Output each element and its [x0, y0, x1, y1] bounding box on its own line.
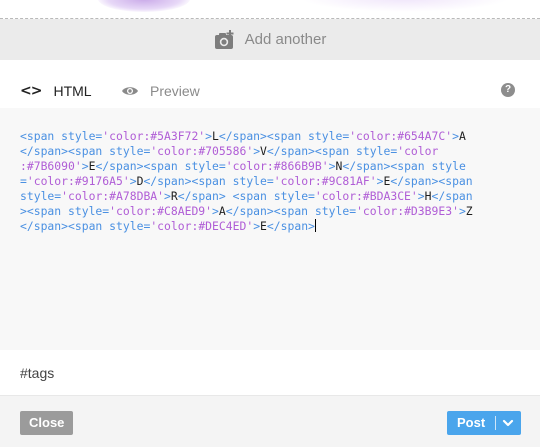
- eye-icon: [122, 87, 138, 95]
- code-token: R: [170, 189, 178, 203]
- code-token: >: [212, 204, 219, 218]
- code-token: </span> <span style=: [177, 189, 315, 203]
- code-token: </span><span style: [342, 159, 466, 173]
- code-token: </span><span: [390, 174, 473, 188]
- code-token: </span><span style=: [225, 204, 357, 218]
- code-token: 'color:#DEC4ED': [150, 219, 254, 233]
- tags-row: [0, 350, 540, 396]
- code-token: L: [212, 129, 219, 143]
- code-token: >: [129, 174, 137, 188]
- code-token: </span><span style=: [95, 159, 226, 173]
- code-token: <span style=: [20, 129, 103, 143]
- code-token: >: [164, 189, 171, 203]
- text-cursor: [314, 219, 316, 232]
- code-token: A: [458, 129, 466, 143]
- code-token: 'color:#9176A5': [26, 174, 130, 188]
- add-another-label: Add another: [244, 31, 327, 48]
- code-token: </span><span style=: [20, 144, 151, 158]
- camera-plus-icon: [214, 29, 234, 49]
- post-label: Post: [457, 415, 486, 430]
- previous-image-preview: [0, 0, 540, 18]
- code-token: >: [328, 159, 336, 173]
- code-token: >: [205, 129, 213, 143]
- code-token: style=: [20, 189, 62, 203]
- code-token: 'color:#705586': [150, 144, 254, 158]
- code-token: V: [260, 144, 267, 158]
- tab-html-label: HTML: [53, 83, 92, 99]
- html-code-editor[interactable]: <span style='color:#5A3F72'>L</span><spa…: [0, 108, 540, 350]
- tab-preview-label: Preview: [150, 83, 200, 99]
- code-token: 'color:#D3B9E3': [356, 204, 459, 218]
- code-token: 'color:#BDA3CE': [314, 189, 418, 203]
- chevron-down-icon[interactable]: [501, 416, 515, 430]
- code-token: </span><span style=: [20, 219, 151, 233]
- help-icon[interactable]: ?: [501, 83, 515, 97]
- code-token: </span><span style=: [143, 174, 274, 188]
- code-content[interactable]: <span style='color:#5A3F72'>L</span><spa…: [20, 129, 525, 234]
- post-button-divider: [495, 416, 496, 430]
- code-token: 'color: [397, 144, 439, 158]
- code-token: 'color:#866B9B': [225, 159, 329, 173]
- tab-preview[interactable]: Preview: [121, 83, 200, 99]
- code-token: H: [424, 189, 432, 203]
- code-token: </span: [431, 189, 473, 203]
- code-token: 'color:#654A7C': [349, 129, 453, 143]
- code-token: 'color:#A78DBA': [61, 189, 165, 203]
- code-token: </span>: [266, 219, 315, 233]
- image-fragment: [98, 0, 190, 12]
- code-token: </span><span style=: [266, 144, 398, 158]
- tags-input[interactable]: [20, 365, 500, 381]
- close-button[interactable]: Close: [20, 411, 74, 435]
- code-token: >: [452, 129, 459, 143]
- code-brackets-icon: <>: [20, 83, 42, 99]
- code-token: E: [260, 219, 267, 233]
- post-button[interactable]: Post: [447, 411, 521, 435]
- code-token: Z: [465, 204, 473, 218]
- post-footer: Close Post: [0, 396, 540, 447]
- code-token: ><span style=: [20, 204, 110, 218]
- code-token: 'color:#C8AED9': [109, 204, 213, 218]
- code-token: 'color:#5A3F72': [102, 129, 206, 143]
- image-fragment: [300, 0, 510, 12]
- tab-html[interactable]: <> HTML: [20, 83, 92, 99]
- code-token: 'color:#9C81AF': [273, 174, 377, 188]
- code-token: :#7B6090': [20, 159, 82, 173]
- add-another-button[interactable]: Add another: [0, 19, 540, 60]
- code-token: </span><span style=: [218, 129, 350, 143]
- code-token: >: [417, 189, 425, 203]
- code-token: >: [376, 174, 384, 188]
- code-token: >: [458, 204, 466, 218]
- code-token: =: [20, 174, 27, 188]
- code-token: A: [218, 204, 226, 218]
- editor-toolbar: <> HTML Preview ?: [0, 60, 540, 108]
- code-token: >: [81, 159, 89, 173]
